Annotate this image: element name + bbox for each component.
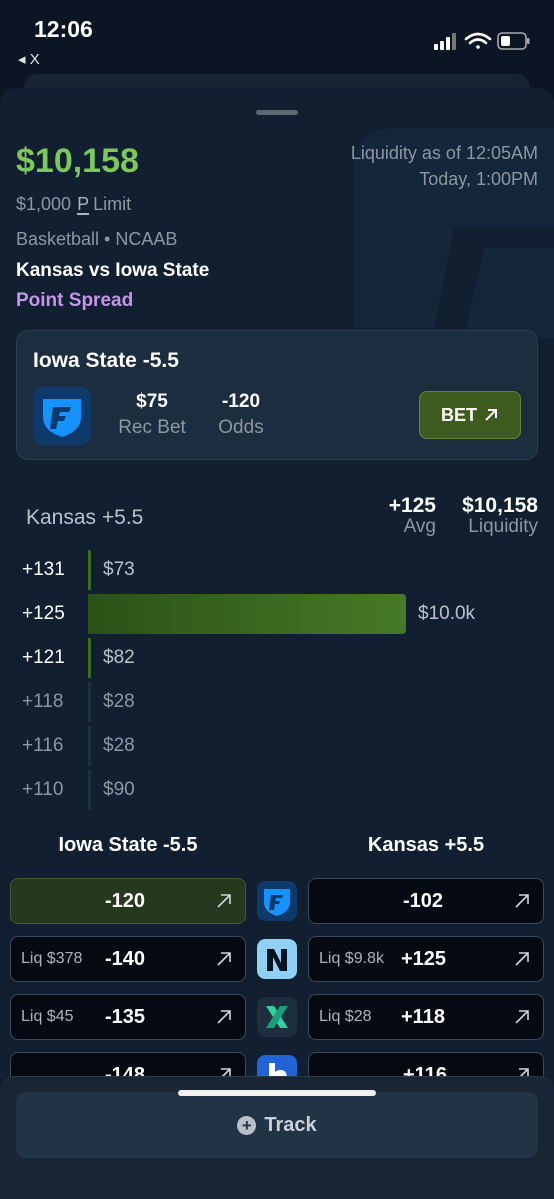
ladder-amount: $82 [103, 647, 135, 668]
league-label: Basketball • NCAAB [16, 229, 178, 249]
event-time: Today, 1:00PM [419, 169, 538, 189]
book-liquidity: Liq $9.8k [319, 950, 384, 967]
book-odds: -140 [105, 948, 146, 970]
battery-icon [497, 32, 530, 50]
sheet-grabber[interactable] [256, 110, 298, 115]
rec-bet-stat: $75 Rec Bet [113, 391, 191, 439]
ladder-bar [88, 770, 91, 810]
ladder-amount: $28 [103, 735, 135, 756]
odds-button-left-fanduel[interactable]: -120 [10, 878, 246, 924]
odds-label: Odds [218, 417, 264, 438]
bet-button[interactable]: BET [419, 391, 521, 439]
limit-p-marker: P [77, 194, 90, 215]
arrow-up-right-icon [485, 409, 497, 421]
ladder-odds: +125 [22, 603, 65, 624]
ladder-row[interactable]: +125 $10.0k [0, 594, 554, 634]
arrow-up-right-icon [515, 894, 529, 908]
rec-bet-value: $75 [136, 391, 168, 412]
ladder-bar [88, 682, 91, 722]
orderbook-liquidity: $10,158 Liquidity [462, 494, 538, 538]
recommended-bet-card: Iowa State -5.5 $75 Rec Bet -120 Odds BE… [16, 330, 538, 460]
orderbook-liquidity-label: Liquidity [468, 516, 538, 537]
liquidity-timestamp: Liquidity as of 12:05AM Today, 1:00PM [351, 140, 538, 192]
market-type: Point Spread [16, 290, 134, 311]
liquidity-as-of: Liquidity as of 12:05AM [350, 143, 538, 163]
left-column-header: Iowa State -5.5 [58, 834, 198, 856]
ladder-amount: $73 [103, 559, 135, 580]
book-liquidity: Liq $45 [21, 1008, 74, 1025]
ladder-row[interactable]: +110 $90 [0, 770, 554, 810]
ladder-odds: +118 [22, 691, 64, 712]
ladder-bar [88, 594, 406, 634]
ladder-odds: +110 [22, 779, 64, 800]
book-odds: -102 [403, 890, 444, 912]
clock: 12:06 [34, 16, 93, 42]
plus-circle-icon: + [237, 1115, 257, 1135]
odds-button-right-prophetx[interactable]: Liq $28 +118 [308, 994, 544, 1040]
book-odds: +125 [401, 948, 447, 970]
orderbook-liquidity-value: $10,158 [462, 494, 538, 517]
odds-stat: -120 Odds [207, 391, 275, 439]
odds-button-left-novig[interactable]: Liq $378 -140 [10, 936, 246, 982]
home-indicator[interactable] [178, 1090, 376, 1096]
book-liquidity: Liq $378 [21, 950, 83, 967]
rec-bet-label: Rec Bet [118, 417, 186, 438]
ladder-odds: +116 [22, 735, 64, 756]
ladder-odds: +131 [22, 559, 65, 580]
fanduel-logo-icon [33, 387, 91, 445]
ladder-amount: $10.0k [418, 603, 476, 624]
system-status-icons [434, 32, 530, 50]
track-button[interactable]: + Track [16, 1092, 538, 1158]
book-odds: -135 [105, 1006, 146, 1028]
avg-label: Avg [403, 516, 436, 537]
book-odds: +118 [401, 1006, 445, 1028]
arrow-up-right-icon [217, 894, 231, 908]
odds-value: -120 [221, 391, 261, 412]
wifi-icon [464, 32, 492, 49]
arrow-up-right-icon [515, 952, 529, 966]
odds-button-left-prophetx[interactable]: Liq $45 -135 [10, 994, 246, 1040]
track-label: Track [264, 1113, 317, 1136]
ladder-row[interactable]: +131 $73 [0, 550, 554, 590]
matchup-title: Kansas vs Iowa State [16, 260, 210, 281]
orderbook-side-label: Kansas +5.5 [26, 506, 144, 529]
ladder-row[interactable]: +118 $28 [0, 682, 554, 722]
ladder-amount: $28 [103, 691, 135, 712]
signal-icon [434, 33, 456, 50]
right-column-header: Kansas +5.5 [367, 834, 485, 856]
ladder-bar [88, 638, 91, 678]
ladder-row[interactable]: +116 $28 [0, 726, 554, 766]
status-bar: 12:06 ◂ X [0, 0, 554, 80]
total-liquidity: $10,158 [16, 142, 139, 180]
book-liquidity: Liq $28 [319, 1008, 372, 1025]
limit-row: $1,000 P Limit [16, 194, 131, 215]
fanduel-logo-icon [257, 881, 297, 921]
arrow-up-right-icon [217, 1010, 231, 1024]
ladder-bar [88, 726, 91, 766]
bet-button-label: BET [441, 404, 477, 425]
arrow-up-right-icon [515, 1010, 529, 1024]
ladder-row[interactable]: +121 $82 [0, 638, 554, 678]
book-odds: -120 [105, 890, 146, 912]
back-to-app-link[interactable]: ◂ X [18, 50, 40, 68]
arrow-up-right-icon [217, 952, 231, 966]
odds-button-right-fanduel[interactable]: -102 [308, 878, 544, 924]
odds-button-right-novig[interactable]: Liq $9.8k +125 [308, 936, 544, 982]
prophetx-logo-icon [257, 997, 297, 1037]
avg-value: +125 [388, 494, 436, 517]
average-odds: +125 Avg [389, 494, 436, 538]
ladder-bar [88, 550, 91, 590]
limit-label: Limit [93, 194, 132, 214]
market-detail-sheet: $10,158 Liquidity as of 12:05AM Today, 1… [0, 88, 554, 1199]
ladder-amount: $90 [103, 779, 135, 800]
ladder-odds: +121 [22, 647, 65, 668]
novig-logo-icon [257, 939, 297, 979]
limit-amount: $1,000 [16, 194, 72, 214]
bet-selection: Iowa State -5.5 [33, 349, 179, 372]
